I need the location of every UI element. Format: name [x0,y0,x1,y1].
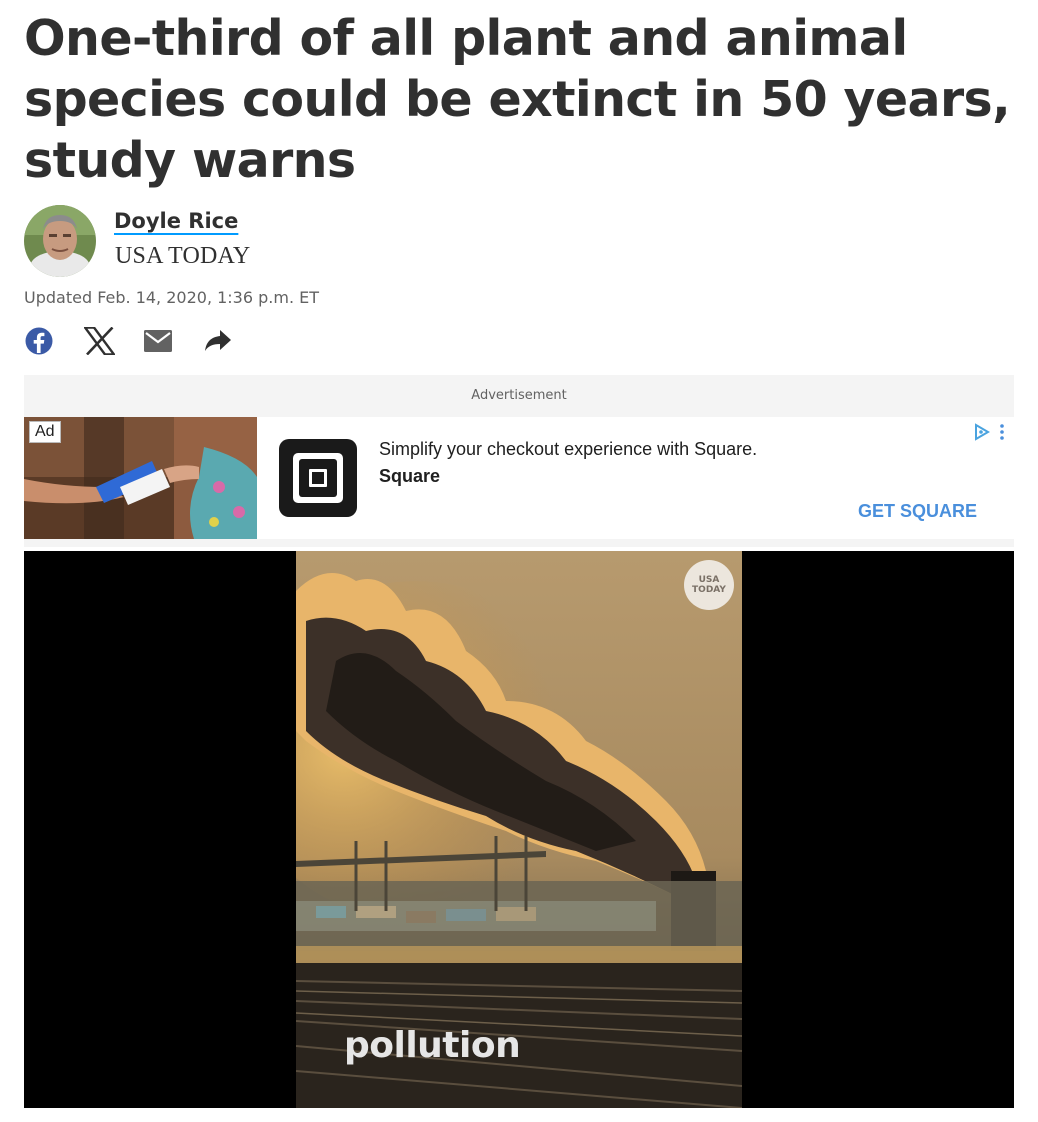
advertisement-label: Advertisement [471,388,567,403]
share-facebook-button[interactable] [24,322,84,360]
ad-choices-icon [975,423,1004,441]
ad-brand[interactable]: Square [379,466,440,487]
author-avatar[interactable] [24,205,96,277]
ad-image[interactable]: Ad [24,417,257,539]
ad-headline[interactable]: Simplify your checkout experience with S… [379,439,757,460]
author-name-link[interactable]: Doyle Rice [114,209,238,233]
share-email-button[interactable] [144,322,204,360]
ad-card[interactable]: Ad Simplify your checkout experience wit… [24,417,1014,539]
video-frame[interactable]: USA TODAY pollution [296,551,742,1108]
share-arrow-icon [205,330,231,351]
article-headline: One-third of all plant and animal specie… [24,10,1011,189]
usa-today-badge: USA TODAY [684,560,734,610]
badge-line-2: TODAY [692,585,726,595]
publication-name: USA TODAY [115,243,251,269]
video-player[interactable]: USA TODAY pollution [24,551,1014,1108]
ad-tag: Ad [29,421,61,443]
x-icon [84,327,115,355]
author-photo [24,205,96,277]
advertisement-container: Advertisement Ad Simplify your checkout … [24,375,1014,547]
square-logo-icon [279,439,357,517]
facebook-icon [25,327,53,355]
article-dateline: Updated Feb. 14, 2020, 1:36 p.m. ET [24,288,320,307]
share-toolbar [24,322,264,360]
share-more-button[interactable] [204,322,264,360]
ad-choices-button[interactable] [972,422,1012,442]
email-icon [144,330,172,352]
get-square-button[interactable]: GET SQUARE [858,501,977,522]
square-logo[interactable] [279,439,357,517]
share-x-button[interactable] [84,322,144,360]
video-caption: pollution [344,1025,521,1066]
badge-line-1: USA [698,575,720,585]
